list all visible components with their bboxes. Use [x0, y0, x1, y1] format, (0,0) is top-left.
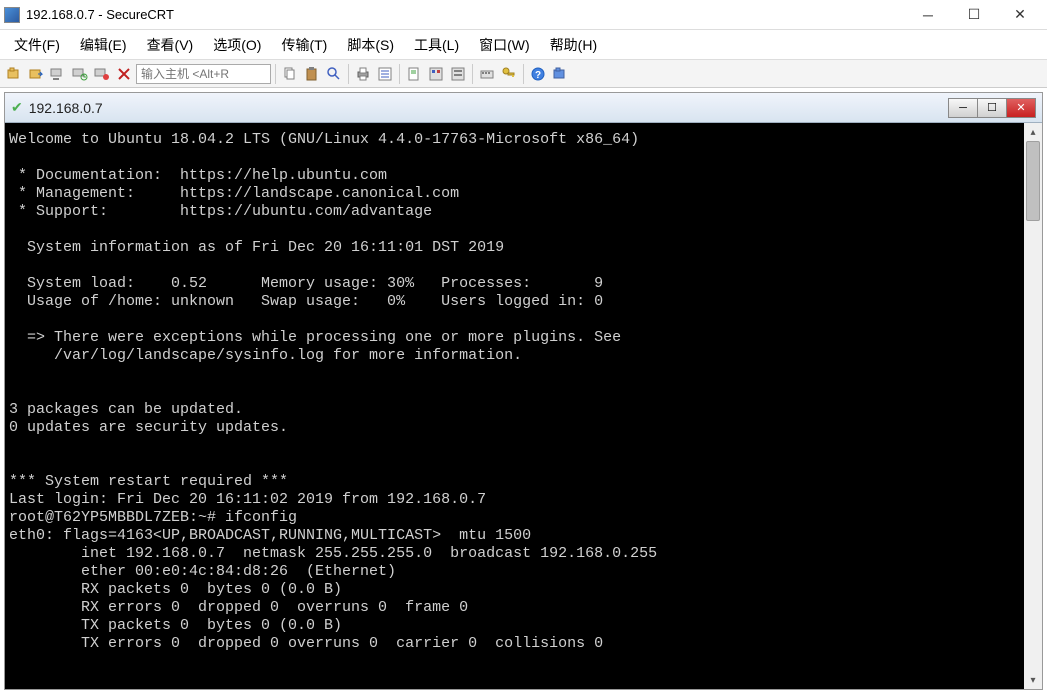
window-title: 192.168.0.7 - SecureCRT	[26, 7, 905, 22]
menu-view[interactable]: 查看(V)	[139, 32, 202, 58]
menu-script[interactable]: 脚本(S)	[339, 32, 402, 58]
toolbar-separator	[523, 64, 524, 84]
svg-text:?: ?	[535, 70, 541, 81]
paste-icon[interactable]	[302, 64, 322, 84]
connect-icon[interactable]	[48, 64, 68, 84]
open-session-icon[interactable]	[4, 64, 24, 84]
keymap-icon[interactable]	[477, 64, 497, 84]
delete-icon[interactable]	[114, 64, 134, 84]
terminal-title: 192.168.0.7	[29, 100, 949, 116]
properties-icon[interactable]	[375, 64, 395, 84]
terminal-titlebar: ✔ 192.168.0.7 ─ ☐ ✕	[5, 93, 1042, 123]
log-icon[interactable]	[404, 64, 424, 84]
close-button[interactable]: ✕	[997, 0, 1043, 30]
scroll-track[interactable]	[1024, 141, 1042, 671]
reconnect-icon[interactable]	[70, 64, 90, 84]
menu-window[interactable]: 窗口(W)	[471, 32, 538, 58]
find-icon[interactable]	[324, 64, 344, 84]
window-controls: ─ ☐ ✕	[905, 0, 1043, 30]
terminal-minimize-button[interactable]: ─	[948, 98, 978, 118]
menu-help[interactable]: 帮助(H)	[542, 32, 605, 58]
terminal-body: Welcome to Ubuntu 18.04.2 LTS (GNU/Linux…	[5, 123, 1042, 689]
menu-file[interactable]: 文件(F)	[6, 32, 68, 58]
session-options-icon[interactable]	[426, 64, 446, 84]
host-input[interactable]	[136, 64, 271, 84]
scroll-thumb[interactable]	[1026, 141, 1040, 221]
menu-options[interactable]: 选项(O)	[205, 32, 269, 58]
terminal-controls: ─ ☐ ✕	[949, 98, 1036, 118]
toolbar-separator	[399, 64, 400, 84]
about-icon[interactable]	[550, 64, 570, 84]
window-titlebar: 192.168.0.7 - SecureCRT ─ ☐ ✕	[0, 0, 1047, 30]
toolbar-separator	[275, 64, 276, 84]
toolbar: ?	[0, 60, 1047, 88]
terminal-close-button[interactable]: ✕	[1006, 98, 1036, 118]
copy-icon[interactable]	[280, 64, 300, 84]
menu-tools[interactable]: 工具(L)	[406, 32, 467, 58]
vertical-scrollbar[interactable]: ▴ ▾	[1024, 123, 1042, 689]
scroll-up-arrow[interactable]: ▴	[1024, 123, 1042, 141]
disconnect-icon[interactable]	[92, 64, 112, 84]
print-icon[interactable]	[353, 64, 373, 84]
connected-icon: ✔	[11, 99, 23, 116]
minimize-button[interactable]: ─	[905, 0, 951, 30]
menu-transfer[interactable]: 传输(T)	[273, 32, 335, 58]
scroll-down-arrow[interactable]: ▾	[1024, 671, 1042, 689]
toolbar-separator	[472, 64, 473, 84]
terminal-output[interactable]: Welcome to Ubuntu 18.04.2 LTS (GNU/Linux…	[5, 123, 1024, 689]
maximize-button[interactable]: ☐	[951, 0, 997, 30]
app-icon	[4, 7, 20, 23]
terminal-maximize-button[interactable]: ☐	[977, 98, 1007, 118]
menu-edit[interactable]: 编辑(E)	[72, 32, 135, 58]
terminal-window: ✔ 192.168.0.7 ─ ☐ ✕ Welcome to Ubuntu 18…	[4, 92, 1043, 690]
menubar: 文件(F) 编辑(E) 查看(V) 选项(O) 传输(T) 脚本(S) 工具(L…	[0, 30, 1047, 60]
quick-connect-icon[interactable]	[26, 64, 46, 84]
global-options-icon[interactable]	[448, 64, 468, 84]
help-icon[interactable]: ?	[528, 64, 548, 84]
key-icon[interactable]	[499, 64, 519, 84]
toolbar-separator	[348, 64, 349, 84]
